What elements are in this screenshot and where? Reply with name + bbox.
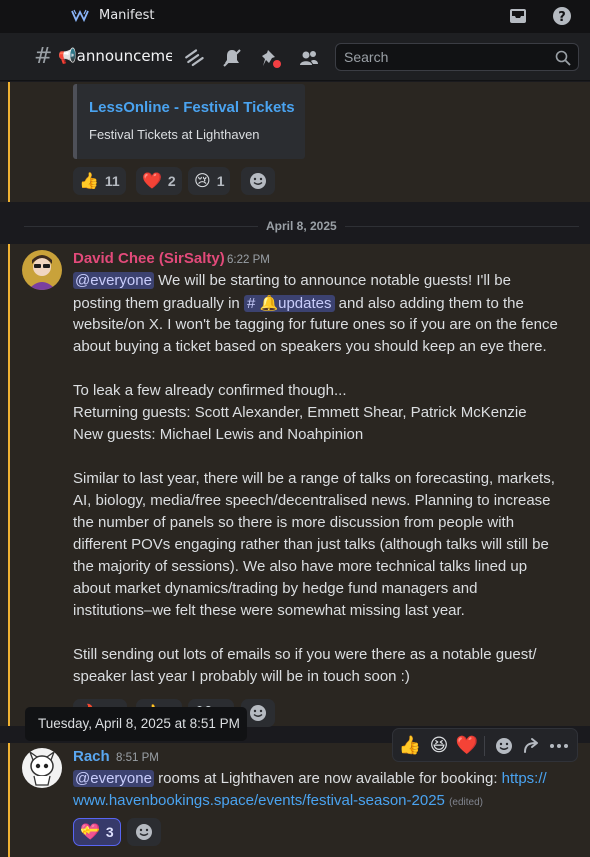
message-line: @everyone rooms at Lighthaven are now av…: [73, 770, 547, 787]
add-reaction-icon[interactable]: [492, 734, 516, 758]
message-line: the majority of sessions). We also have …: [73, 558, 528, 575]
message-line: website/on X. I won't be tagging for fut…: [73, 316, 558, 333]
message-line: Similar to last year, there will be a ra…: [73, 470, 555, 487]
quick-react-thumbs-up[interactable]: 👍: [398, 734, 422, 758]
inbox-icon[interactable]: [508, 6, 528, 26]
more-options-icon[interactable]: [547, 734, 571, 758]
tooltip-text: Tuesday, April 8, 2025 at 8:51 PM: [38, 716, 240, 731]
author-name[interactable]: Rach: [73, 748, 110, 765]
thumbs-up-icon: 👍: [79, 171, 99, 190]
avatar-david-image: [22, 250, 62, 290]
message-timestamp[interactable]: 8:51 PM: [116, 752, 159, 764]
channel-mention-updates[interactable]: # 🔔updates: [243, 295, 335, 312]
message-line: New guests: Michael Lewis and Noahpinion: [73, 426, 364, 443]
reaction-thumbs-up[interactable]: 👍 11: [73, 167, 126, 195]
smiley-icon: [136, 824, 152, 840]
threads-icon[interactable]: [183, 47, 205, 69]
message-line: posting them gradually in # 🔔updates and…: [73, 295, 524, 312]
reaction-count: 1: [216, 173, 225, 189]
help-icon[interactable]: ?: [552, 6, 572, 26]
booking-link[interactable]: www.havenbookings.space/events/festival-…: [73, 792, 445, 809]
channel-hash-icon: #: [34, 44, 53, 69]
message-list: LessOnline - Festival Tickets Festival T…: [0, 82, 590, 857]
toolbar-divider: [484, 736, 485, 756]
crying-face-icon: 😢: [194, 171, 211, 190]
channel-name: 📢announcements: [58, 47, 172, 65]
search-box[interactable]: [335, 43, 579, 71]
avatar-rach-image: [22, 748, 62, 788]
pinned-messages-icon[interactable]: [260, 47, 282, 69]
avatar[interactable]: [22, 250, 62, 290]
message-timestamp[interactable]: 6:22 PM: [227, 254, 270, 266]
smiley-icon: [250, 705, 266, 721]
heart-icon: ❤️: [142, 171, 162, 190]
message-line: about market dynamics/trading by hedge f…: [73, 580, 478, 597]
heart-gift-icon: 💝: [80, 822, 100, 841]
author-name[interactable]: David Chee (SirSalty): [73, 250, 225, 267]
message-line: To leak a few already confirmed though..…: [73, 382, 347, 399]
reaction-count: 2: [167, 173, 176, 189]
message-line: @everyone We will be starting to announc…: [73, 272, 511, 289]
date-divider: April 8, 2025: [258, 219, 345, 233]
title-bar: Manifest ?: [0, 0, 590, 33]
add-reaction-button[interactable]: [241, 167, 275, 195]
timestamp-tooltip: Tuesday, April 8, 2025 at 8:51 PM: [25, 707, 247, 741]
search-input[interactable]: [344, 48, 544, 66]
search-icon: [555, 50, 571, 66]
previous-message-highlight: LessOnline - Festival Tickets Festival T…: [0, 82, 590, 202]
booking-link[interactable]: https://: [502, 770, 547, 787]
message-david: David Chee (SirSalty) 6:22 PM @everyone …: [0, 244, 590, 727]
message-line: www.havenbookings.space/events/festival-…: [73, 792, 483, 809]
mute-bell-icon[interactable]: [221, 47, 243, 69]
forward-icon[interactable]: [520, 734, 544, 758]
add-reaction-button[interactable]: [127, 818, 161, 846]
manifest-logo-icon: [71, 9, 89, 23]
edited-label: (edited): [449, 797, 483, 808]
everyone-mention[interactable]: @everyone: [73, 272, 154, 289]
message-line: institutions–we felt these were somewhat…: [73, 602, 465, 619]
message-line: AI, biology, media/free speech/decentral…: [73, 492, 551, 509]
reaction-count: 11: [104, 173, 120, 189]
message-hover-toolbar: 👍 😆 ❤️: [392, 728, 578, 762]
message-line: different POVs engaging rather than just…: [73, 536, 549, 553]
message-line: the number of panels so there is more di…: [73, 514, 515, 531]
reaction-heart-gift[interactable]: 💝 3: [73, 818, 121, 846]
embed-title-link[interactable]: LessOnline - Festival Tickets: [89, 99, 295, 116]
embed-description: Festival Tickets at Lighthaven: [89, 127, 260, 142]
channel-header: # 📢announcements: [0, 33, 590, 81]
everyone-mention[interactable]: @everyone: [73, 770, 154, 787]
reaction-count: 3: [105, 824, 114, 840]
reaction-heart[interactable]: ❤️ 2: [136, 167, 182, 195]
message-line: speaker last year I probably will be in …: [73, 668, 410, 685]
mention-highlight-bar: [8, 82, 10, 202]
quick-react-laughing[interactable]: 😆: [427, 734, 451, 758]
mention-highlight-bar: [8, 244, 10, 726]
smiley-icon: [250, 173, 266, 189]
member-list-icon[interactable]: [298, 47, 320, 69]
mention-highlight-bar: [8, 743, 10, 857]
message-line: Still sending out lots of emails so if y…: [73, 646, 537, 663]
message-line: about buying a ticket based on speakers …: [73, 338, 547, 355]
message-line: Returning guests: Scott Alexander, Emmet…: [73, 404, 527, 421]
app-title: Manifest: [99, 8, 155, 23]
quick-react-heart[interactable]: ❤️: [455, 734, 479, 758]
link-embed[interactable]: LessOnline - Festival Tickets Festival T…: [73, 84, 305, 159]
reaction-crying[interactable]: 😢 1: [188, 167, 231, 195]
avatar[interactable]: [22, 748, 62, 788]
svg-text:?: ?: [558, 10, 566, 25]
